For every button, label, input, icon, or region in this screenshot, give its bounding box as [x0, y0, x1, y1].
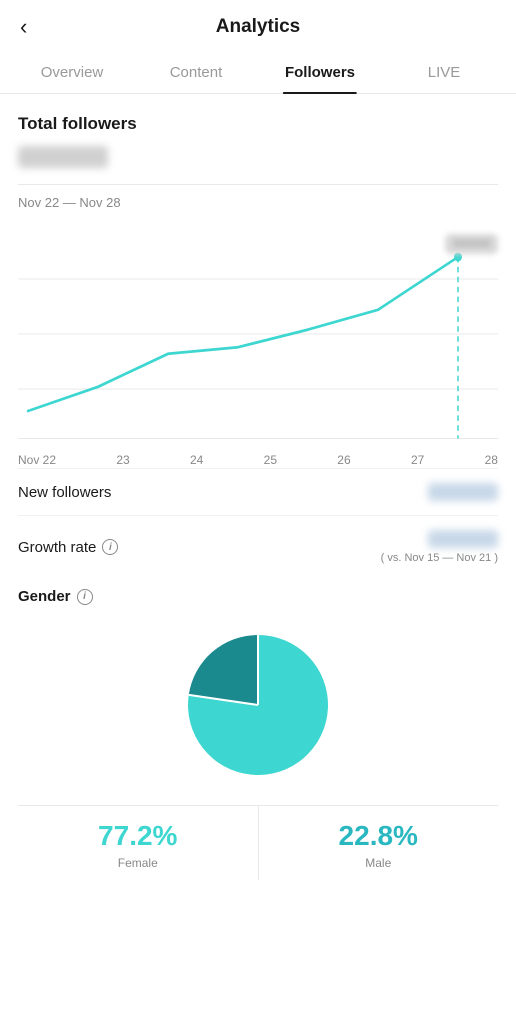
total-followers-value	[18, 146, 108, 168]
male-percentage: 22.8%	[339, 820, 418, 852]
back-button[interactable]: ‹	[20, 14, 27, 40]
date-range-label: Nov 22 — Nov 28	[18, 195, 498, 210]
pie-svg	[178, 625, 338, 785]
page-title: Analytics	[216, 16, 300, 38]
x-label-3: 25	[264, 453, 277, 467]
main-content: Total followers Nov 22 — Nov 28 XXXXX No…	[0, 94, 516, 900]
new-followers-row: New followers	[18, 468, 498, 515]
growth-rate-value: ( vs. Nov 15 — Nov 21 )	[381, 530, 498, 564]
x-label-4: 26	[337, 453, 350, 467]
gender-section: Gender i	[18, 588, 498, 900]
chart-x-labels: Nov 22 23 24 25 26 27 28	[18, 449, 498, 467]
stats-section: New followers Growth rate i ( vs. Nov 15…	[18, 468, 498, 578]
male-label: Male	[365, 856, 391, 870]
gender-bars: 77.2% Female 22.8% Male	[18, 805, 498, 880]
tab-live[interactable]: LIVE	[382, 54, 506, 93]
gender-pie-chart	[18, 625, 498, 785]
chart-svg	[18, 224, 498, 444]
growth-rate-vs-label: ( vs. Nov 15 — Nov 21 )	[381, 552, 498, 564]
male-bar: 22.8% Male	[259, 806, 499, 880]
x-label-2: 24	[190, 453, 203, 467]
tab-followers[interactable]: Followers	[258, 54, 382, 93]
tab-overview[interactable]: Overview	[10, 54, 134, 93]
female-bar: 77.2% Female	[18, 806, 259, 880]
followers-chart: XXXXX Nov 22 23 24 25 26 27 28	[18, 224, 498, 444]
gender-title: Gender i	[18, 588, 498, 605]
male-slice	[189, 635, 258, 705]
x-label-0: Nov 22	[18, 453, 56, 467]
tab-content[interactable]: Content	[134, 54, 258, 93]
total-followers-title: Total followers	[18, 114, 498, 134]
new-followers-blurred	[428, 483, 498, 501]
growth-rate-blurred	[428, 530, 498, 548]
x-label-1: 23	[116, 453, 129, 467]
growth-rate-row: Growth rate i ( vs. Nov 15 — Nov 21 )	[18, 515, 498, 578]
female-percentage: 77.2%	[98, 820, 177, 852]
x-label-6: 28	[485, 453, 498, 467]
female-label: Female	[118, 856, 158, 870]
growth-rate-label: Growth rate i	[18, 539, 118, 556]
gender-info-icon[interactable]: i	[77, 589, 93, 605]
growth-rate-info-icon[interactable]: i	[102, 539, 118, 555]
tab-bar: Overview Content Followers LIVE	[0, 54, 516, 94]
header: ‹ Analytics	[0, 0, 516, 54]
divider-1	[18, 184, 498, 185]
new-followers-value	[428, 483, 498, 501]
new-followers-label: New followers	[18, 484, 111, 501]
chart-tooltip: XXXXX	[445, 234, 498, 254]
x-label-5: 27	[411, 453, 424, 467]
